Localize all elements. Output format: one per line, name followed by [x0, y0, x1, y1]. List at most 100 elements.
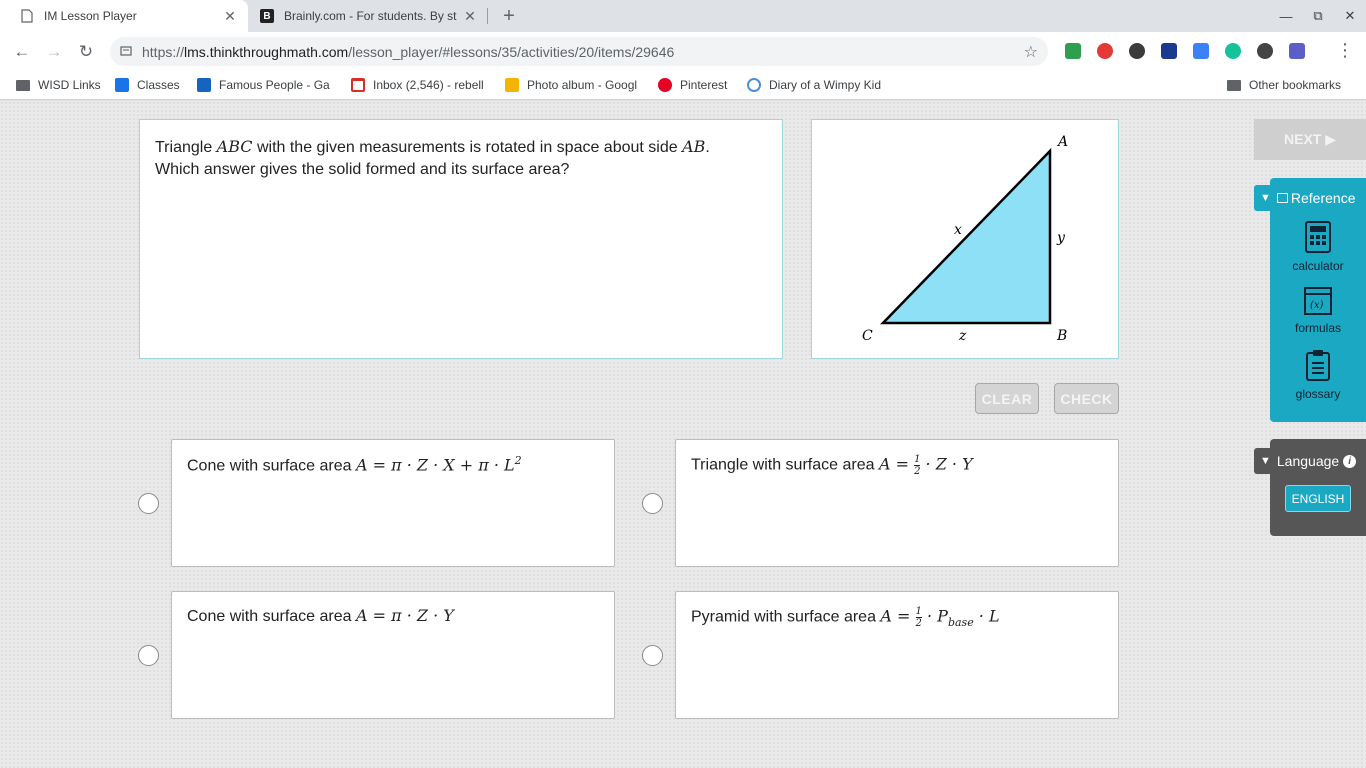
address-bar[interactable]: https://lms.thinkthroughmath.com/lesson_… [110, 37, 1048, 66]
answer-choice-2[interactable]: Triangle with surface area A = 12 · Z · … [675, 439, 1119, 567]
docs-extension-icon[interactable] [1193, 43, 1209, 59]
diamond-extension-icon[interactable] [1161, 43, 1177, 59]
url-path: /lesson_player/#lessons/35/activities/20… [348, 43, 675, 60]
vertex-a-label: A [1056, 134, 1068, 150]
answer-choice-4[interactable]: Pyramid with surface area A = 12 · Pbase… [675, 591, 1119, 719]
back-icon[interactable]: ← [8, 38, 36, 66]
side-x-label: x [954, 222, 962, 238]
brainly-icon: B [260, 9, 274, 23]
bookmark-inbox[interactable]: Inbox (2,546) - rebell [351, 77, 489, 93]
answer-formula: A = [878, 454, 915, 474]
tab-im-lesson-player[interactable]: IM Lesson Player ✕ [0, 0, 248, 32]
answer-radio-1[interactable] [138, 493, 159, 514]
answer-text: Triangle with surface area [691, 456, 879, 474]
reload-icon[interactable]: ↻ [72, 38, 100, 66]
question-line-1: Triangle ABC with the given measurements… [155, 136, 767, 159]
bookmark-famous-people[interactable]: Famous People - Ga [197, 77, 333, 93]
tab-brainly[interactable]: B Brainly.com - For students. By st ✕ [252, 0, 488, 32]
caret-down-icon: ▼ [1260, 455, 1271, 467]
restore-icon[interactable]: ⧉ [1302, 0, 1334, 32]
chat-extension-icon[interactable] [1129, 43, 1145, 59]
answer-text: Cone with surface area [187, 457, 356, 475]
answer-superscript: 2 [514, 454, 522, 467]
classroom-extension-icon[interactable] [1065, 43, 1081, 59]
vertex-b-label: B [1056, 328, 1067, 344]
answer-choice-1[interactable]: Cone with surface area A = π · Z · X + π… [171, 439, 615, 567]
bookmark-other[interactable]: Other bookmarks [1227, 77, 1347, 93]
tab-title: IM Lesson Player [44, 9, 137, 23]
side-y-label: y [1056, 230, 1066, 246]
answer-radio-2[interactable] [642, 493, 663, 514]
answer-subscript: base [947, 615, 974, 629]
window-close-icon[interactable]: ✕ [1334, 0, 1366, 32]
info-icon[interactable]: i [1343, 454, 1357, 468]
check-button[interactable]: CHECK [1054, 383, 1119, 414]
question-text: . [705, 139, 710, 156]
answer-formula: · Z · Y [920, 454, 973, 474]
calculator-icon [1305, 221, 1331, 253]
bookmark-classes[interactable]: Classes [115, 77, 187, 93]
answer-formula: A = π · Z · Y [355, 606, 454, 625]
gear-extension-icon[interactable] [1257, 43, 1273, 59]
answer-text: Pyramid with surface area [691, 608, 881, 626]
question-text: Triangle [155, 139, 217, 156]
next-button[interactable]: NEXT ▶ [1254, 119, 1366, 160]
bookmark-star-icon[interactable]: ☆ [1024, 42, 1038, 62]
calculator-tool[interactable]: calculator [1270, 221, 1366, 273]
question-line-2: Which answer gives the solid formed and … [155, 161, 570, 178]
vertex-c-label: C [862, 328, 873, 344]
question-text: with the given measurements is rotated i… [252, 139, 683, 156]
reference-toggle[interactable]: ▼ Reference [1254, 185, 1366, 211]
bookmark-label: Diary of a Wimpy Kid [769, 78, 882, 92]
bookmark-label: Photo album - Googl [527, 78, 638, 92]
bookmarks-bar: WISD Links Classes Famous People - Ga In… [0, 71, 1366, 100]
question-card: Triangle ABC with the given measurements… [139, 119, 783, 359]
answer-formula: A = [880, 606, 916, 626]
answer-formula: A = π · Z · X + π · L [355, 455, 515, 475]
bookmark-photo-album[interactable]: Photo album - Googl [505, 77, 641, 93]
bookmark-wimpy-kid[interactable]: Diary of a Wimpy Kid [747, 77, 883, 93]
answer-radio-4[interactable] [642, 645, 663, 666]
lesson-content: Triangle ABC with the given measurements… [0, 101, 1366, 768]
clipboard-icon [1306, 350, 1330, 381]
math-ab: AB [682, 137, 706, 156]
tab-separator [487, 8, 488, 24]
new-tab-icon[interactable]: + [498, 5, 520, 27]
ruby-extension-icon[interactable] [1097, 43, 1113, 59]
minimize-icon[interactable]: — [1270, 0, 1302, 32]
calendar-small-icon [1276, 193, 1288, 203]
answer-radio-3[interactable] [138, 645, 159, 666]
answer-formula: · L [973, 606, 1000, 626]
glossary-label: glossary [1295, 387, 1341, 401]
grammarly-icon[interactable] [1225, 43, 1241, 59]
close-icon[interactable]: ✕ [460, 6, 480, 26]
tab-title: Brainly.com - For students. By st [284, 9, 457, 23]
bookmark-pinterest[interactable]: Pinterest [658, 77, 734, 93]
forward-icon[interactable]: → [40, 38, 68, 66]
triangle-diagram: A B C x y z [862, 134, 1068, 344]
calculator-label: calculator [1292, 259, 1344, 273]
language-toggle[interactable]: ▼ Language i [1254, 448, 1366, 474]
folder-icon [16, 79, 30, 91]
page-icon [20, 9, 34, 23]
page-info-icon[interactable] [120, 45, 132, 57]
answer-text: Cone with surface area [187, 608, 356, 625]
glossary-tool[interactable]: glossary [1270, 349, 1366, 401]
gmail-icon [351, 78, 365, 92]
svg-text:(x): (x) [1310, 300, 1324, 311]
bookmark-label: Inbox (2,546) - rebell [373, 78, 484, 92]
bookmark-wisd-links[interactable]: WISD Links [16, 77, 106, 93]
gap-icon [197, 78, 211, 92]
c-extension-icon[interactable] [1289, 43, 1305, 59]
close-icon[interactable]: ✕ [220, 6, 240, 26]
formulas-tool[interactable]: (x) formulas [1270, 287, 1366, 335]
english-button[interactable]: ENGLISH [1285, 485, 1351, 512]
language-label: Language [1276, 453, 1340, 469]
triangle-shape [880, 147, 1052, 325]
answer-choice-3[interactable]: Cone with surface area A = π · Z · Y [171, 591, 615, 719]
pinterest-icon [658, 78, 672, 92]
clear-button[interactable]: CLEAR [975, 383, 1039, 414]
triangle-figure: A B C x y z [811, 119, 1119, 359]
chrome-menu-icon[interactable]: ⋮ [1336, 41, 1354, 59]
bookmark-label: Famous People - Ga [219, 78, 330, 92]
